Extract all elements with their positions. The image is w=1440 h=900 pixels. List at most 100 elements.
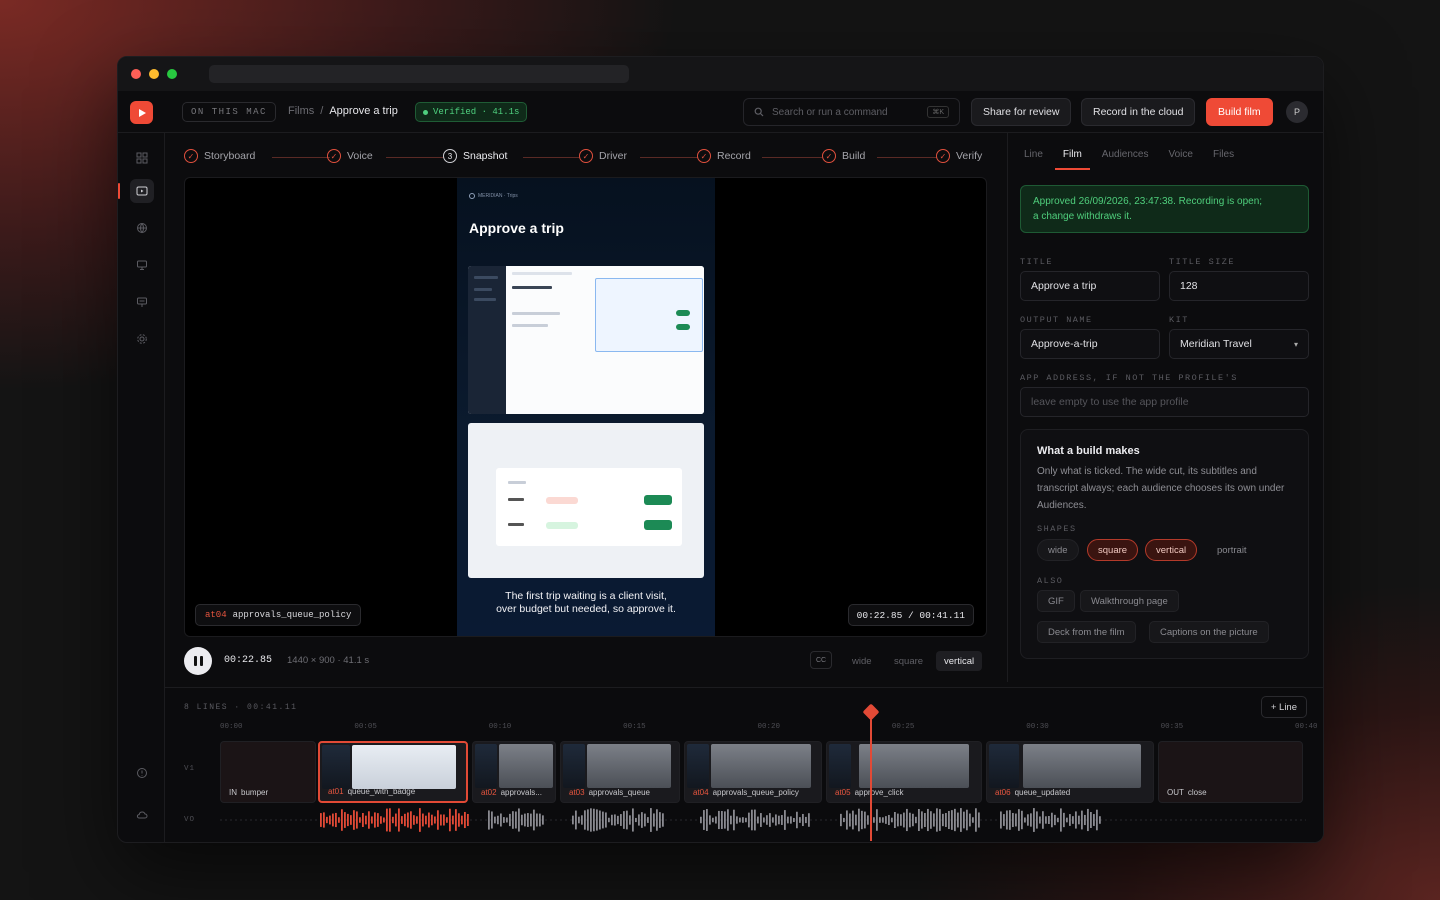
waveform-bar bbox=[802, 813, 804, 827]
waveform-bar bbox=[518, 808, 520, 832]
waveform-bar bbox=[948, 810, 950, 830]
film-icon[interactable] bbox=[130, 179, 154, 203]
tab-audiences[interactable]: Audiences bbox=[1102, 149, 1149, 160]
waveform-bar bbox=[1033, 808, 1035, 832]
presentation-icon[interactable] bbox=[130, 290, 154, 314]
voiceover-waveform[interactable] bbox=[220, 803, 1306, 837]
share-for-review-button[interactable]: Share for review bbox=[971, 98, 1072, 126]
waveform-bar bbox=[1012, 812, 1014, 828]
waveform-bar bbox=[724, 811, 726, 829]
shape-tag-wide[interactable]: wide bbox=[1037, 539, 1079, 561]
clip-at04[interactable]: at04 approvals_queue_policy bbox=[684, 741, 822, 803]
waveform-bar bbox=[335, 812, 337, 828]
clip-at05[interactable]: at05 approve_click bbox=[826, 741, 982, 803]
record-in-cloud-button[interactable]: Record in the cloud bbox=[1081, 98, 1196, 126]
build-card-heading: What a build makes bbox=[1037, 445, 1140, 457]
shape-square[interactable]: square bbox=[886, 651, 931, 671]
shape-tag-vertical[interactable]: vertical bbox=[1145, 539, 1198, 561]
playhead[interactable] bbox=[870, 710, 872, 841]
shape-vertical[interactable]: vertical bbox=[936, 651, 983, 671]
placeholder-line bbox=[512, 324, 548, 327]
cloud-icon[interactable] bbox=[130, 803, 154, 827]
waveform-bar bbox=[894, 811, 896, 829]
step-record[interactable]: ✓ Record bbox=[697, 149, 751, 163]
waveform-bar bbox=[1063, 812, 1065, 828]
waveform-bar bbox=[781, 815, 783, 825]
add-line-button[interactable]: + Line bbox=[1260, 696, 1307, 718]
waveform-bar bbox=[706, 809, 708, 831]
approval-notice: Approved 26/09/2026, 23:47:38. Recording… bbox=[1020, 185, 1309, 233]
waveform-bar bbox=[614, 814, 616, 826]
waveform-bar bbox=[703, 810, 705, 830]
pause-button[interactable] bbox=[184, 647, 212, 675]
step-label: Build bbox=[842, 150, 866, 162]
tab-files[interactable]: Files bbox=[1213, 149, 1234, 160]
app-logo-icon[interactable] bbox=[130, 101, 153, 124]
waveform-bar bbox=[353, 810, 355, 830]
step-driver[interactable]: ✓ Driver bbox=[579, 149, 627, 163]
waveform-bar bbox=[733, 809, 735, 831]
waveform-bar bbox=[891, 817, 893, 823]
step-storyboard[interactable]: ✓ Storyboard bbox=[184, 149, 255, 163]
shape-tag-square[interactable]: square bbox=[1087, 539, 1139, 561]
breadcrumb-films[interactable]: Films bbox=[288, 105, 314, 117]
waveform-bar bbox=[882, 817, 884, 823]
step-voice[interactable]: ✓ Voice bbox=[327, 149, 373, 163]
shape-wide[interactable]: wide bbox=[844, 651, 880, 671]
scope-badge[interactable]: ON THIS MAC bbox=[182, 102, 276, 122]
also-tag-deck[interactable]: Deck from the film bbox=[1037, 621, 1136, 643]
shape-tag-portrait[interactable]: portrait bbox=[1206, 539, 1258, 561]
avatar[interactable]: P bbox=[1286, 101, 1308, 123]
clip-at02[interactable]: at02 approvals... bbox=[472, 741, 556, 803]
grid-icon[interactable] bbox=[130, 146, 154, 170]
step-verify[interactable]: ✓ Verify bbox=[936, 149, 982, 163]
tab-line[interactable]: Line bbox=[1024, 149, 1043, 160]
waveform-bar bbox=[422, 813, 424, 827]
captions-toggle[interactable]: CC bbox=[810, 651, 832, 669]
clip-bumper[interactable]: IN bumper bbox=[220, 741, 316, 803]
waveform-bar bbox=[386, 808, 388, 832]
step-build[interactable]: ✓ Build bbox=[822, 149, 865, 163]
build-film-button[interactable]: Build film bbox=[1206, 98, 1273, 126]
waveform-bar bbox=[356, 811, 358, 829]
waveform-bar bbox=[593, 808, 595, 832]
also-tag-captions[interactable]: Captions on the picture bbox=[1149, 621, 1269, 643]
clip-at06[interactable]: at06 queue_updated bbox=[986, 741, 1154, 803]
title-size-field[interactable]: 128 bbox=[1169, 271, 1309, 301]
brand-label: MERIDIAN · Trips bbox=[478, 193, 518, 199]
waveform-bar bbox=[906, 808, 908, 832]
waveform-bar bbox=[885, 816, 887, 824]
clip-thumbnail bbox=[989, 744, 1019, 788]
clip-at01[interactable]: at01 queue_with_badge bbox=[318, 741, 468, 803]
close-window-button[interactable] bbox=[131, 69, 141, 79]
also-tag-walkthrough[interactable]: Walkthrough page bbox=[1080, 590, 1179, 612]
address-bar[interactable] bbox=[209, 65, 629, 83]
clip-at03[interactable]: at03 approvals_queue bbox=[560, 741, 680, 803]
zoom-window-button[interactable] bbox=[167, 69, 177, 79]
help-icon[interactable] bbox=[130, 761, 154, 785]
clip-close[interactable]: OUT close bbox=[1158, 741, 1303, 803]
tab-voice[interactable]: Voice bbox=[1169, 149, 1193, 160]
also-tag-gif[interactable]: GIF bbox=[1037, 590, 1075, 612]
title-field[interactable]: Approve a trip bbox=[1020, 271, 1160, 301]
waveform-bar bbox=[757, 816, 759, 824]
video-preview[interactable]: MERIDIAN · Trips Approve a trip The firs… bbox=[184, 177, 987, 637]
command-search[interactable]: Search or run a command ⌘K bbox=[743, 98, 960, 126]
settings-icon[interactable] bbox=[130, 327, 154, 351]
search-input[interactable]: Search or run a command bbox=[772, 107, 888, 118]
step-snapshot[interactable]: 3 Snapshot bbox=[443, 149, 507, 163]
waveform-bar bbox=[1042, 811, 1044, 829]
approve-pill bbox=[644, 520, 672, 530]
step-number: 3 bbox=[443, 149, 457, 163]
ruler-tick: 00:30 bbox=[1026, 723, 1049, 731]
globe-icon[interactable] bbox=[130, 216, 154, 240]
minimize-window-button[interactable] bbox=[149, 69, 159, 79]
output-name-label: OUTPUT NAME bbox=[1020, 315, 1093, 325]
tab-film[interactable]: Film bbox=[1054, 149, 1090, 170]
output-name-field[interactable]: Approve-a-trip bbox=[1020, 329, 1160, 359]
kit-select[interactable]: Meridian Travel ▾ bbox=[1169, 329, 1309, 359]
waveform-bar bbox=[1096, 809, 1098, 831]
title-label: TITLE bbox=[1020, 257, 1054, 267]
monitor-icon[interactable] bbox=[130, 253, 154, 277]
app-address-field[interactable]: leave empty to use the app profile bbox=[1020, 387, 1309, 417]
